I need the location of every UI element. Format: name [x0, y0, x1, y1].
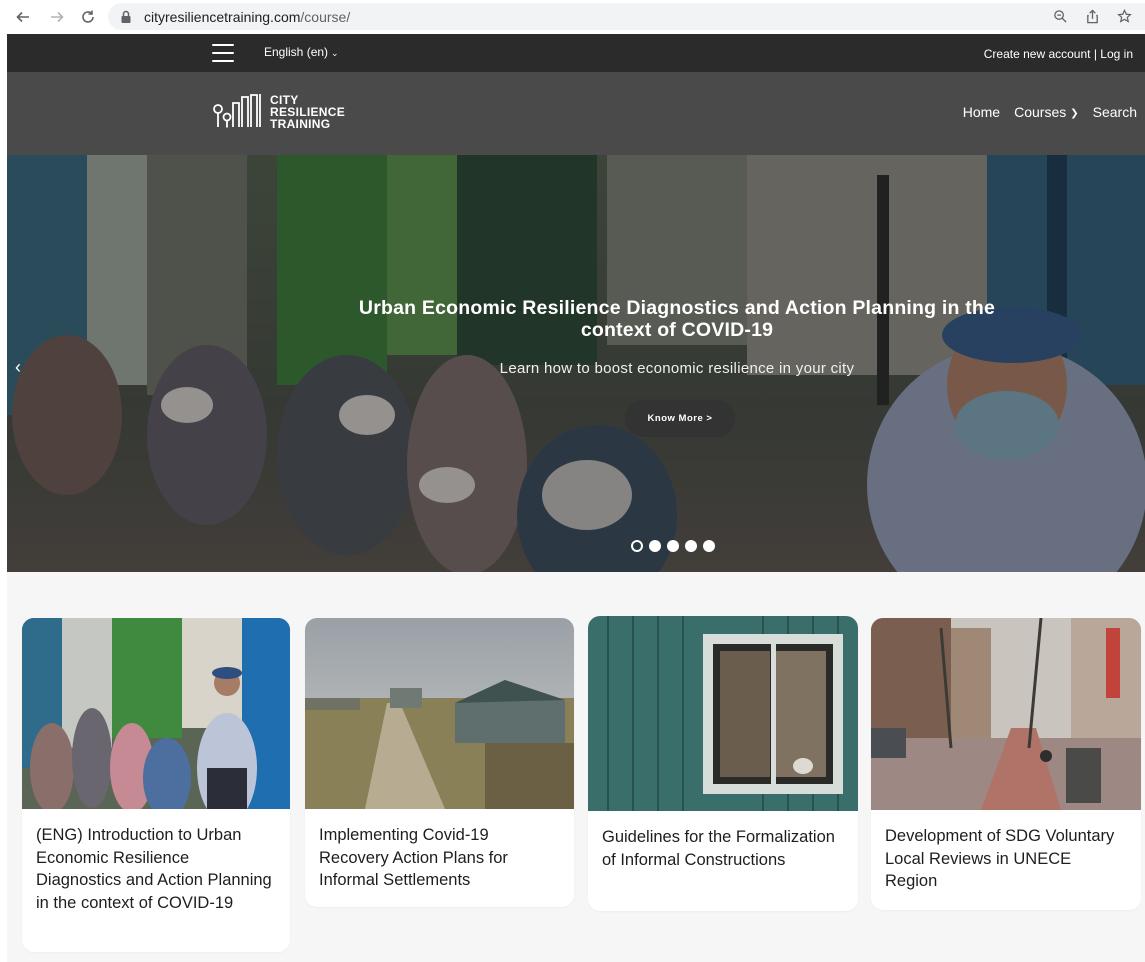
know-more-button[interactable]: Know More > [625, 400, 735, 437]
course-image [871, 618, 1141, 810]
bookmark-star-icon[interactable] [1115, 7, 1133, 25]
logo-pins-icon [213, 94, 261, 128]
carousel-indicators [631, 540, 715, 552]
course-title[interactable]: (ENG) Introduction to Urban Economic Res… [22, 809, 290, 914]
account-links: Create new account | Log in [984, 47, 1133, 61]
course-image [22, 618, 290, 809]
link-separator: | [1093, 47, 1097, 61]
hero-title: Urban Economic Resilience Diagnostics an… [358, 297, 996, 341]
carousel-dot[interactable] [685, 540, 697, 552]
share-icon[interactable] [1083, 7, 1101, 25]
carousel-prev-icon[interactable]: ‹ [10, 357, 26, 378]
course-card[interactable]: Development of SDG Voluntary Local Revie… [871, 618, 1141, 910]
course-card[interactable]: (ENG) Introduction to Urban Economic Res… [22, 618, 290, 952]
create-account-link[interactable]: Create new account [984, 47, 1091, 61]
site-logo[interactable]: CITY RESILIENCE TRAINING [212, 93, 345, 131]
carousel-dot[interactable] [649, 540, 661, 552]
hero-carousel: ‹ Urban Economic Resilience Diagnostics … [7, 155, 1145, 572]
hero-subtitle: Learn how to boost economic resilience i… [499, 360, 855, 377]
course-image [588, 616, 858, 811]
lock-icon [121, 10, 131, 23]
carousel-dot[interactable] [631, 540, 643, 552]
site-topbar: English (en) ⌄ Create new account | Log i… [7, 34, 1145, 72]
address-bar[interactable]: cityresiliencetraining.com/course/ [108, 3, 1145, 30]
course-title[interactable]: Development of SDG Voluntary Local Revie… [871, 810, 1141, 893]
nav-courses-label: Courses [1014, 104, 1067, 120]
nav-home[interactable]: Home [963, 104, 1000, 120]
forward-arrow-icon[interactable] [46, 6, 68, 28]
course-card[interactable]: Guidelines for the Formalization of Info… [588, 616, 858, 911]
reload-icon[interactable] [77, 6, 99, 28]
course-list: (ENG) Introduction to Urban Economic Res… [7, 572, 1145, 962]
carousel-dot[interactable] [667, 540, 679, 552]
login-link[interactable]: Log in [1100, 47, 1133, 61]
course-title[interactable]: Guidelines for the Formalization of Info… [588, 811, 858, 871]
course-title[interactable]: Implementing Covid-19 Recovery Action Pl… [305, 809, 574, 892]
primary-menu: Home Courses ❯ Search [963, 104, 1137, 120]
browser-toolbar: cityresiliencetraining.com/course/ [0, 0, 1145, 34]
main-navbar: CITY RESILIENCE TRAINING Home Courses ❯ S… [7, 72, 1145, 155]
url-host: cityresiliencetraining.com [144, 8, 301, 25]
course-card[interactable]: Implementing Covid-19 Recovery Action Pl… [305, 618, 574, 907]
hamburger-menu-icon[interactable] [212, 44, 234, 62]
course-image [305, 618, 574, 809]
url-path: /course/ [300, 8, 351, 25]
chevron-down-icon: ⌄ [331, 48, 339, 58]
language-selector[interactable]: English (en) ⌄ [264, 45, 339, 59]
chevron-down-icon: ❯ [1070, 108, 1079, 119]
nav-search[interactable]: Search [1093, 104, 1137, 120]
back-arrow-icon[interactable] [12, 6, 34, 28]
language-label: English (en) [264, 45, 329, 59]
nav-courses[interactable]: Courses ❯ [1014, 104, 1079, 120]
carousel-dot[interactable] [703, 540, 715, 552]
zoom-icon[interactable] [1051, 7, 1069, 25]
logo-text-training: TRAINING [270, 117, 331, 131]
